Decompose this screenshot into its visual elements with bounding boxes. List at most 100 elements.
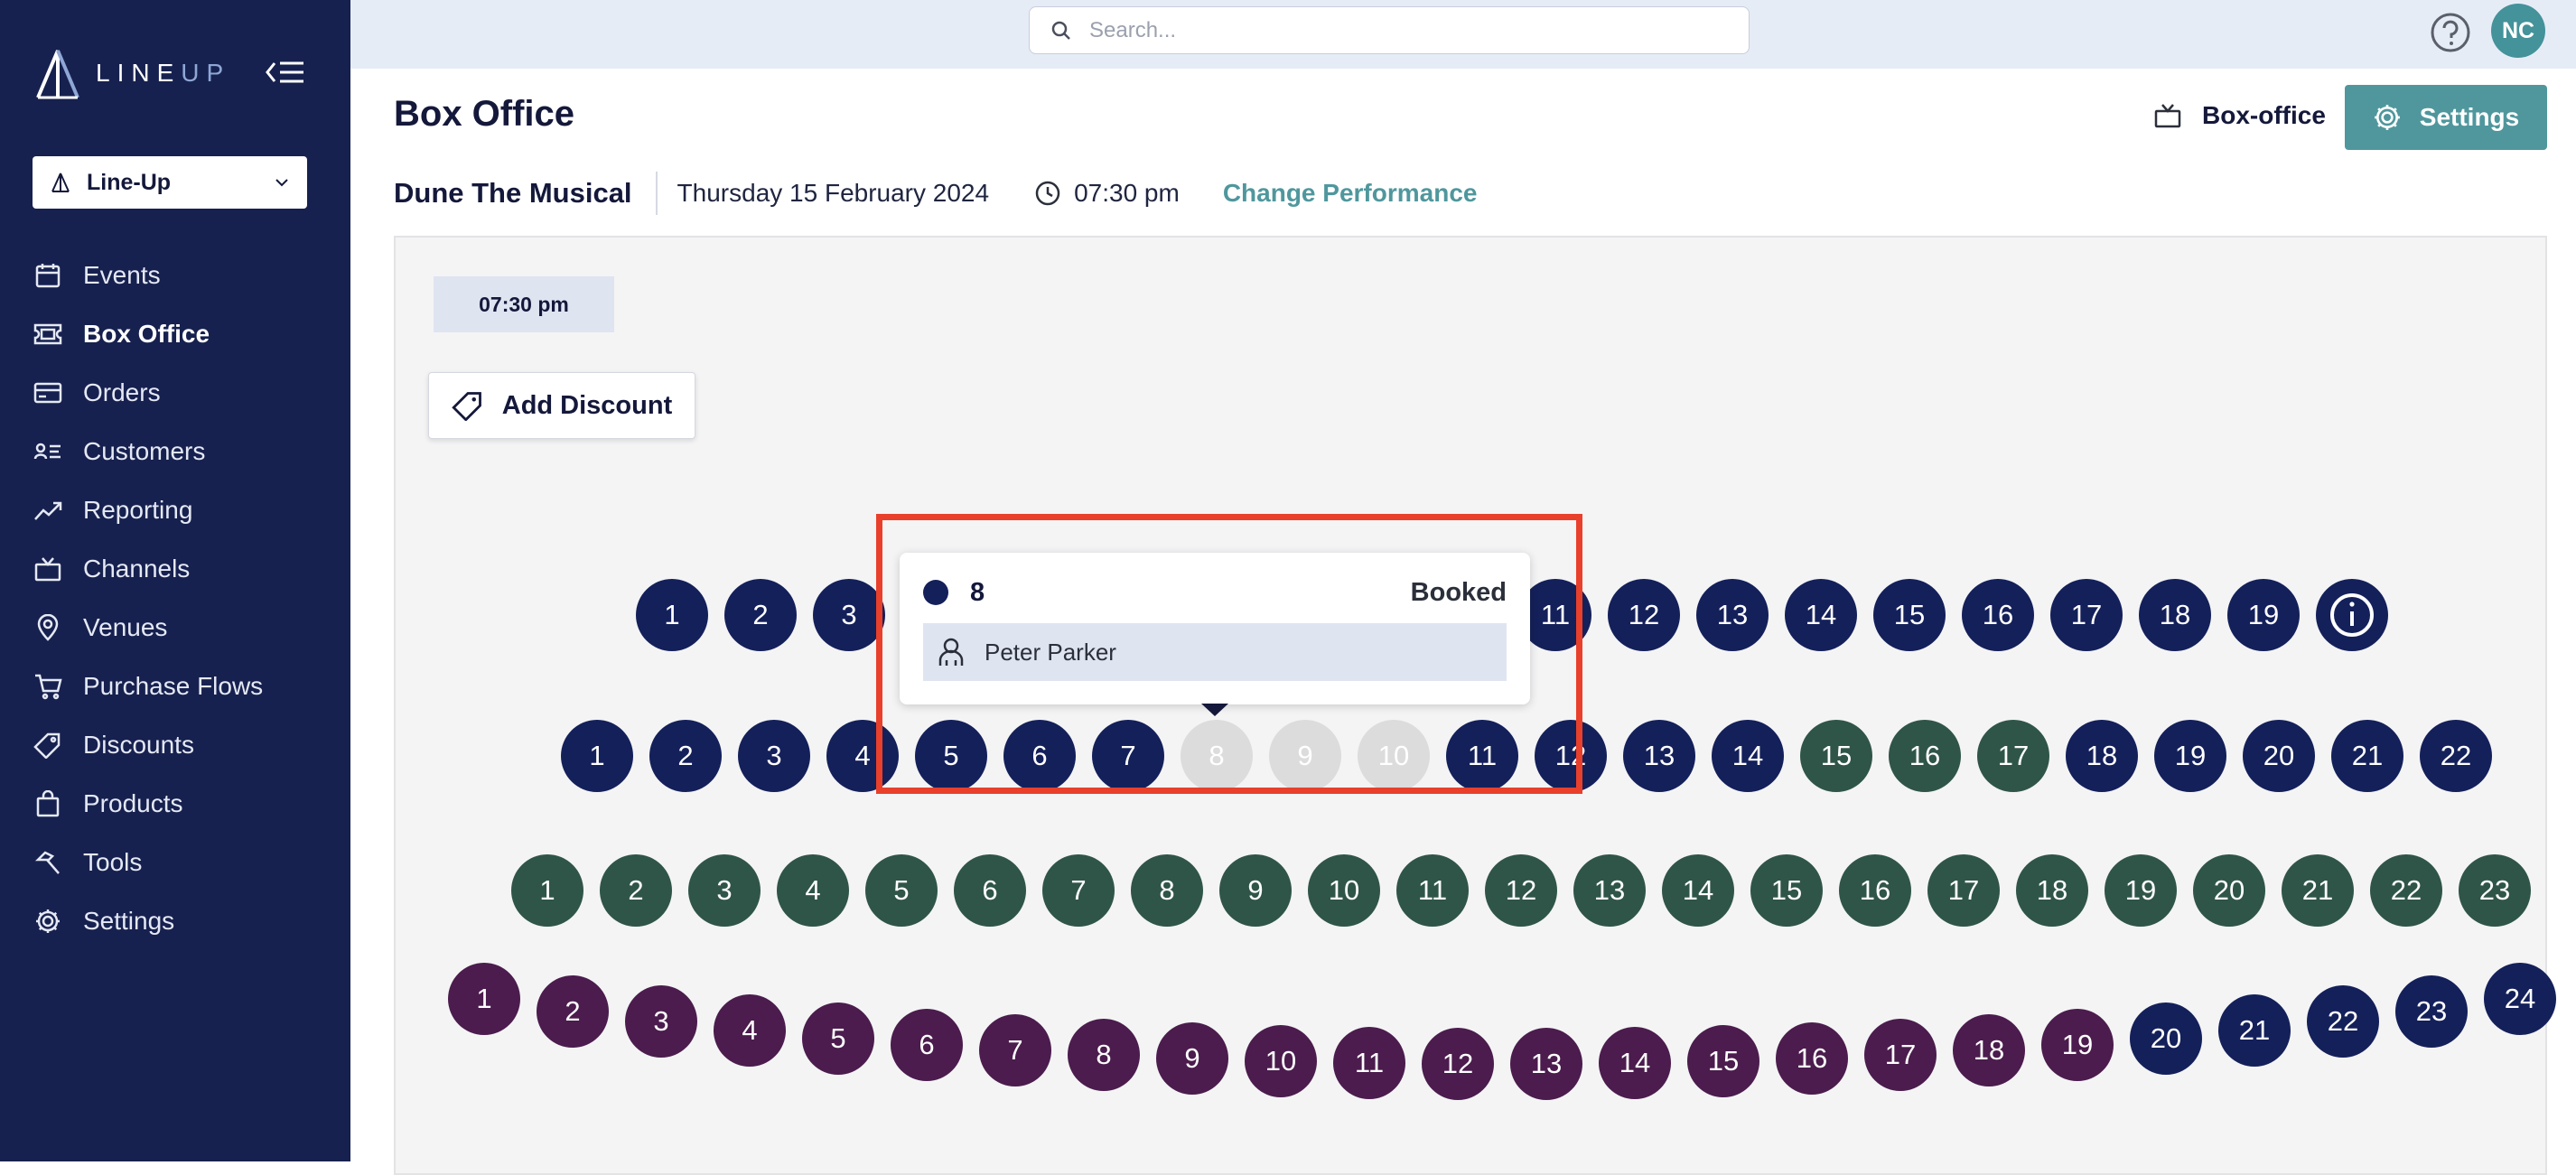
seat-row2-5[interactable]: 5: [915, 720, 987, 792]
seat-row2-10[interactable]: 10: [1358, 720, 1430, 792]
seat-row2-6[interactable]: 6: [1003, 720, 1076, 792]
organization-select[interactable]: Line-Up: [33, 156, 307, 209]
sidebar-item-products[interactable]: Products: [0, 774, 350, 833]
change-performance-link[interactable]: Change Performance: [1223, 179, 1478, 208]
seat-row2-11[interactable]: 11: [1446, 720, 1518, 792]
seat-row3-11[interactable]: 11: [1396, 854, 1469, 927]
sidebar-item-events[interactable]: Events: [0, 246, 350, 304]
seat-row3-9[interactable]: 9: [1219, 854, 1292, 927]
seat-row2-16[interactable]: 16: [1889, 720, 1961, 792]
seat-row4-24[interactable]: 24: [2484, 963, 2556, 1035]
seat-row3-18[interactable]: 18: [2016, 854, 2088, 927]
seat-row4-7[interactable]: 7: [979, 1014, 1051, 1086]
seat-row1-2[interactable]: 2: [724, 579, 797, 651]
seat-row1-12[interactable]: 12: [1608, 579, 1680, 651]
seat-row3-21[interactable]: 21: [2282, 854, 2354, 927]
seat-row2-7[interactable]: 7: [1092, 720, 1164, 792]
seat-row3-1[interactable]: 1: [511, 854, 583, 927]
seat-row2-19[interactable]: 19: [2154, 720, 2226, 792]
sidebar-item-settings[interactable]: Settings: [0, 891, 350, 950]
seat-row4-22[interactable]: 22: [2307, 985, 2379, 1058]
sidebar-item-channels[interactable]: Channels: [0, 539, 350, 598]
seat-row3-6[interactable]: 6: [954, 854, 1026, 927]
seat-row3-23[interactable]: 23: [2459, 854, 2531, 927]
seat-row2-14[interactable]: 14: [1712, 720, 1784, 792]
seat-row4-19[interactable]: 19: [2041, 1009, 2114, 1081]
seat-row4-10[interactable]: 10: [1245, 1025, 1317, 1097]
seat-row4-15[interactable]: 15: [1687, 1025, 1759, 1097]
seat-row4-5[interactable]: 5: [802, 1002, 874, 1075]
seat-row4-21[interactable]: 21: [2218, 994, 2291, 1067]
seat-row4-6[interactable]: 6: [891, 1009, 963, 1081]
seat-row2-20[interactable]: 20: [2243, 720, 2315, 792]
seat-row1-18[interactable]: 18: [2139, 579, 2211, 651]
seat-row2-18[interactable]: 18: [2066, 720, 2138, 792]
seat-row4-8[interactable]: 8: [1068, 1019, 1140, 1091]
seat-row1-14[interactable]: 14: [1785, 579, 1857, 651]
seat-row3-5[interactable]: 5: [865, 854, 938, 927]
seat-row2-22[interactable]: 22: [2420, 720, 2492, 792]
settings-button[interactable]: Settings: [2345, 85, 2547, 150]
performance-time-chip[interactable]: 07:30 pm: [434, 276, 614, 332]
box-office-channel-link[interactable]: Box-office: [2153, 101, 2326, 130]
seat-row2-4[interactable]: 4: [826, 720, 899, 792]
sidebar-item-orders[interactable]: Orders: [0, 363, 350, 422]
seat-row3-2[interactable]: 2: [600, 854, 672, 927]
collapse-sidebar-icon[interactable]: [264, 58, 307, 87]
seat-row4-16[interactable]: 16: [1776, 1022, 1848, 1095]
tooltip-customer[interactable]: Peter Parker: [923, 623, 1507, 681]
sidebar-item-tools[interactable]: Tools: [0, 833, 350, 891]
sidebar-item-venues[interactable]: Venues: [0, 598, 350, 657]
seat-row4-2[interactable]: 2: [537, 975, 609, 1048]
seat-row3-10[interactable]: 10: [1308, 854, 1380, 927]
seat-row4-9[interactable]: 9: [1156, 1022, 1228, 1095]
seat-row4-20[interactable]: 20: [2130, 1002, 2202, 1075]
sidebar-item-reporting[interactable]: Reporting: [0, 480, 350, 539]
seat-row4-3[interactable]: 3: [625, 985, 697, 1058]
seat-row4-23[interactable]: 23: [2395, 975, 2468, 1048]
sidebar-item-box-office[interactable]: Box Office: [0, 304, 350, 363]
seat-row3-22[interactable]: 22: [2370, 854, 2442, 927]
seat-row2-15[interactable]: 15: [1800, 720, 1872, 792]
seat-row1-16[interactable]: 16: [1962, 579, 2034, 651]
seat-row3-8[interactable]: 8: [1131, 854, 1203, 927]
seat-row2-8[interactable]: 8: [1181, 720, 1253, 792]
seat-row1-3[interactable]: 3: [813, 579, 885, 651]
seat-row2-2[interactable]: 2: [649, 720, 722, 792]
seat-row1-19[interactable]: 19: [2227, 579, 2300, 651]
help-icon[interactable]: [2430, 12, 2471, 53]
seat-row1-1[interactable]: 1: [636, 579, 708, 651]
seat-row4-17[interactable]: 17: [1864, 1019, 1937, 1091]
seat-row3-19[interactable]: 19: [2105, 854, 2177, 927]
seat-row3-12[interactable]: 12: [1485, 854, 1557, 927]
seat-row3-4[interactable]: 4: [777, 854, 849, 927]
seat-row4-12[interactable]: 12: [1422, 1028, 1494, 1100]
seat-row3-3[interactable]: 3: [688, 854, 761, 927]
seat-row3-14[interactable]: 14: [1662, 854, 1734, 927]
seat-row4-11[interactable]: 11: [1333, 1027, 1405, 1099]
seat-row1-15[interactable]: 15: [1873, 579, 1946, 651]
seat-row3-7[interactable]: 7: [1042, 854, 1115, 927]
seat-row3-13[interactable]: 13: [1573, 854, 1646, 927]
seat-row1-13[interactable]: 13: [1696, 579, 1769, 651]
info-icon[interactable]: [2316, 579, 2388, 651]
sidebar-item-discounts[interactable]: Discounts: [0, 715, 350, 774]
seat-row2-3[interactable]: 3: [738, 720, 810, 792]
search-input[interactable]: [1087, 16, 1723, 44]
add-discount-button[interactable]: Add Discount: [428, 372, 695, 439]
seat-row2-21[interactable]: 21: [2331, 720, 2403, 792]
seat-row3-17[interactable]: 17: [1927, 854, 2000, 927]
lineup-logo[interactable]: LINEUP: [33, 47, 230, 99]
seat-row3-20[interactable]: 20: [2193, 854, 2265, 927]
sidebar-item-customers[interactable]: Customers: [0, 422, 350, 480]
seat-row2-17[interactable]: 17: [1977, 720, 2049, 792]
avatar[interactable]: NC: [2491, 4, 2545, 58]
seat-row1-11[interactable]: 11: [1519, 579, 1591, 651]
seat-row2-9[interactable]: 9: [1269, 720, 1341, 792]
seat-row4-14[interactable]: 14: [1599, 1027, 1671, 1099]
seat-row2-13[interactable]: 13: [1623, 720, 1695, 792]
seat-row3-16[interactable]: 16: [1839, 854, 1911, 927]
seat-row4-1[interactable]: 1: [448, 963, 520, 1035]
seat-row4-18[interactable]: 18: [1953, 1014, 2025, 1086]
seat-row2-12[interactable]: 12: [1535, 720, 1607, 792]
